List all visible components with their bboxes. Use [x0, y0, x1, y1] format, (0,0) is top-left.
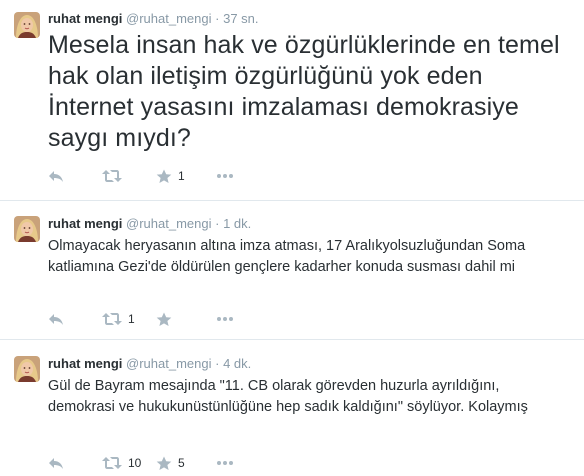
retweet-button[interactable]: [102, 167, 156, 185]
retweet-button[interactable]: 1: [102, 310, 156, 328]
timeline: ruhat mengi @ruhat_mengi · 37 sn. Mesela…: [0, 0, 584, 476]
retweet-icon: [102, 312, 122, 326]
more-button[interactable]: [216, 167, 246, 185]
reply-icon: [48, 169, 64, 183]
tweet-username[interactable]: @ruhat_mengi: [126, 356, 211, 371]
more-button[interactable]: [216, 310, 246, 328]
reply-button[interactable]: [48, 454, 102, 472]
tweet-username[interactable]: @ruhat_mengi: [126, 11, 211, 26]
favorite-button[interactable]: 1: [156, 167, 216, 185]
reply-icon: [48, 456, 64, 470]
reply-button[interactable]: [48, 167, 102, 185]
tweet-actions: 10 5: [48, 454, 246, 472]
tweet-fullname[interactable]: ruhat mengi: [48, 11, 122, 26]
tweet[interactable]: ruhat mengi @ruhat_mengi · 1 dk. Olmayac…: [0, 200, 584, 339]
avatar[interactable]: [14, 356, 40, 382]
tweet-fullname[interactable]: ruhat mengi: [48, 356, 122, 371]
tweet-separator: ·: [215, 216, 220, 231]
tweet-timestamp[interactable]: 1 dk.: [223, 216, 251, 231]
tweet-header: ruhat mengi @ruhat_mengi · 37 sn.: [48, 11, 259, 27]
retweet-icon: [102, 456, 122, 470]
tweet-fullname[interactable]: ruhat mengi: [48, 216, 122, 231]
tweet-actions: 1: [48, 167, 246, 185]
retweet-button[interactable]: 10: [102, 454, 156, 472]
favorite-count: 5: [178, 456, 185, 470]
reply-button[interactable]: [48, 310, 102, 328]
more-icon: [216, 460, 234, 466]
tweet-text: Mesela insan hak ve özgürlüklerinde en t…: [48, 31, 560, 152]
favorite-count: 1: [178, 169, 185, 183]
tweet-timestamp[interactable]: 37 sn.: [223, 11, 258, 26]
more-icon: [216, 316, 234, 322]
tweet-header: ruhat mengi @ruhat_mengi · 4 dk.: [48, 356, 251, 372]
star-icon: [156, 169, 172, 184]
tweet[interactable]: ruhat mengi @ruhat_mengi · 4 dk. Gül de …: [0, 339, 584, 476]
tweet-separator: ·: [215, 356, 220, 371]
tweet-text: Gül de Bayram mesajında "11. CB olarak g…: [48, 378, 528, 415]
tweet-header: ruhat mengi @ruhat_mengi · 1 dk.: [48, 216, 251, 232]
avatar[interactable]: [14, 12, 40, 38]
avatar[interactable]: [14, 216, 40, 242]
retweet-icon: [102, 169, 122, 183]
tweet-separator: ·: [215, 11, 220, 26]
reply-icon: [48, 312, 64, 326]
star-icon: [156, 312, 172, 327]
star-icon: [156, 456, 172, 471]
tweet-text: Olmayacak heryasanın altına imza atması,…: [48, 238, 526, 275]
tweet-username[interactable]: @ruhat_mengi: [126, 216, 211, 231]
more-button[interactable]: [216, 454, 246, 472]
favorite-button[interactable]: [156, 310, 216, 328]
more-icon: [216, 173, 234, 179]
retweet-count: 10: [128, 456, 142, 470]
tweet-actions: 1: [48, 310, 246, 328]
favorite-button[interactable]: 5: [156, 454, 216, 472]
retweet-count: 1: [128, 312, 135, 326]
tweet-timestamp[interactable]: 4 dk.: [223, 356, 251, 371]
tweet[interactable]: ruhat mengi @ruhat_mengi · 37 sn. Mesela…: [0, 0, 584, 200]
